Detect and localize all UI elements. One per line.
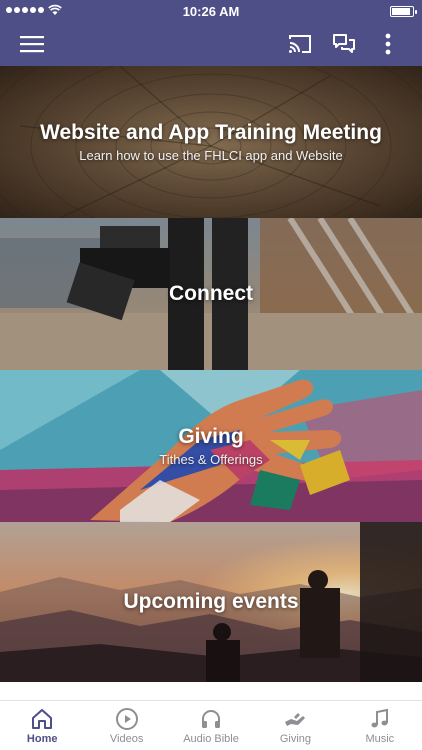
card-upcoming-events[interactable]: Upcoming events [0,522,422,682]
tab-giving[interactable]: Giving [253,701,337,750]
card-title: Connect [169,282,253,305]
hamburger-menu-icon [20,36,44,53]
tab-home[interactable]: Home [0,701,84,750]
tab-label: Videos [109,732,144,745]
tab-label: Home [26,732,58,745]
giving-hand-icon [285,712,306,726]
status-time: 10:26 AM [182,4,240,19]
card-title: Upcoming events [123,590,299,613]
chat-bubbles-icon [333,34,355,53]
home-icon [32,708,53,729]
music-note-icon [371,708,388,727]
headphones-icon [202,709,221,728]
menu-button[interactable] [12,22,52,66]
tab-music[interactable]: Music [338,701,422,750]
cast-icon [289,35,311,53]
card-title: Website and App Training Meeting [40,121,382,144]
cast-button[interactable] [280,22,320,66]
chat-button[interactable] [324,22,364,66]
card-title: Giving [178,425,244,448]
card-giving[interactable]: Giving Tithes & Offerings [0,370,422,522]
play-circle-icon [115,707,138,730]
tab-label: Giving [279,732,312,745]
battery-fill [392,8,410,15]
tab-videos[interactable]: Videos [84,701,168,750]
card-training-meeting[interactable]: Website and App Training Meeting Learn h… [0,66,422,218]
card-connect[interactable]: Connect [0,218,422,370]
tab-bar: Home Videos Audio Bible Giving Music [0,700,422,750]
more-vertical-icon [385,33,391,55]
app-bar [0,22,422,66]
status-bar: 10:26 AM [0,0,422,22]
more-options-button[interactable] [368,22,408,66]
battery-icon [390,6,417,17]
card-subtitle: Tithes & Offerings [159,452,263,467]
tab-label: Audio Bible [183,732,239,745]
tab-audio-bible[interactable]: Audio Bible [169,701,253,750]
card-subtitle: Learn how to use the FHLCI app and Websi… [79,148,343,163]
tab-label: Music [365,732,395,745]
